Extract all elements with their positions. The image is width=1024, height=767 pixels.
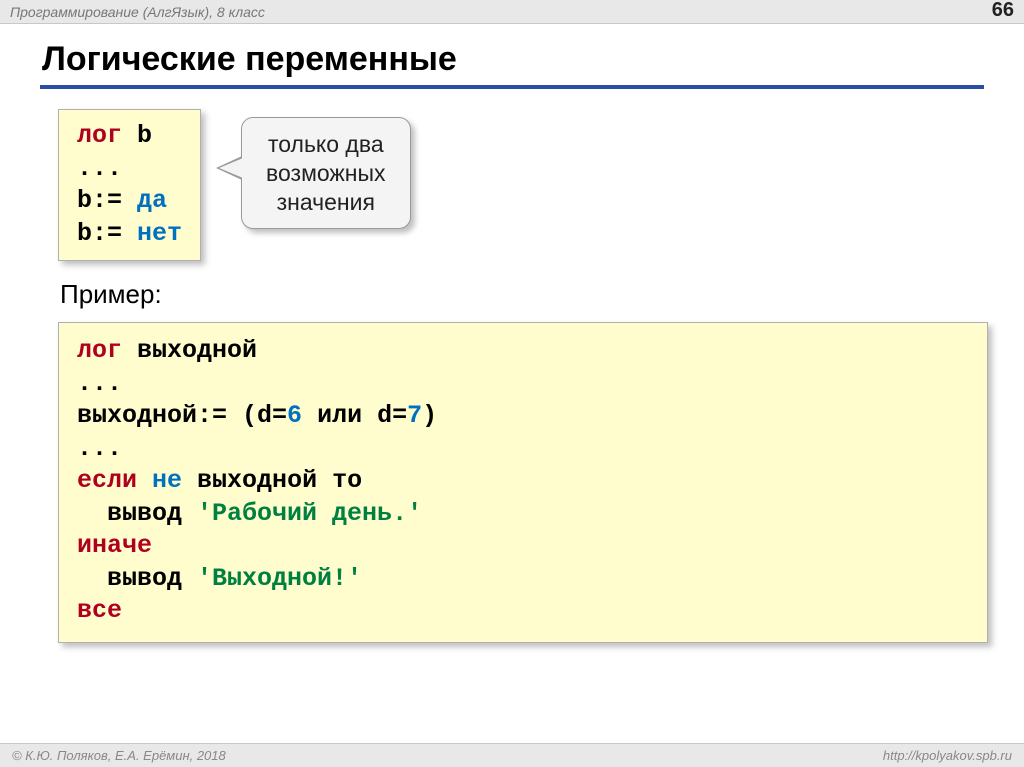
header-title: Программирование (АлгЯзык), 8 класс (10, 4, 265, 20)
callout-box: только два возможных значения (241, 117, 411, 229)
code-text: b (122, 121, 152, 150)
code-text: b:= (77, 219, 137, 248)
value-yes: да (137, 186, 167, 215)
callout-line: только два (266, 130, 386, 159)
string-literal: 'Выходной!' (197, 564, 362, 593)
code-text: ... (77, 434, 122, 463)
code-text: выходной то (182, 466, 362, 495)
keyword-not: не (152, 466, 182, 495)
code-text: выходной:= (d= (77, 401, 287, 430)
code-text: вывод (77, 564, 197, 593)
keyword-else: иначе (77, 531, 152, 560)
number-literal: 6 (287, 401, 302, 430)
value-no: нет (137, 219, 182, 248)
callout-line: возможных (266, 159, 386, 188)
footer-bar: © К.Ю. Поляков, Е.А. Ерёмин, 2018 http:/… (0, 743, 1024, 767)
code-text: ... (77, 369, 122, 398)
number-literal: 7 (407, 401, 422, 430)
string-literal: 'Рабочий день.' (197, 499, 422, 528)
code-box-small: лог b ... b:= да b:= нет (58, 109, 201, 261)
code-text: b:= (77, 186, 137, 215)
code-box-big: лог выходной ... выходной:= (d=6 или d=7… (58, 322, 988, 643)
row-code-and-callout: лог b ... b:= да b:= нет только два возм… (58, 109, 984, 261)
slide-title: Логические переменные (40, 34, 984, 89)
page-number: 66 (992, 0, 1014, 22)
footer-copyright: © К.Ю. Поляков, Е.А. Ерёмин, 2018 (12, 748, 226, 763)
code-text: выходной (122, 336, 257, 365)
footer-url: http://kpolyakov.spb.ru (883, 748, 1012, 763)
keyword-log: лог (77, 121, 122, 150)
header-bar: Программирование (АлгЯзык), 8 класс 66 (0, 0, 1024, 24)
keyword-all: все (77, 596, 122, 625)
code-text (137, 466, 152, 495)
slide-content: Логические переменные лог b ... b:= да b… (0, 24, 1024, 643)
code-text: ... (77, 154, 122, 183)
code-text: или d= (302, 401, 407, 430)
code-text: ) (422, 401, 437, 430)
code-text: вывод (77, 499, 197, 528)
example-label: Пример: (60, 279, 984, 310)
keyword-log: лог (77, 336, 122, 365)
callout-line: значения (266, 188, 386, 217)
keyword-if: если (77, 466, 137, 495)
